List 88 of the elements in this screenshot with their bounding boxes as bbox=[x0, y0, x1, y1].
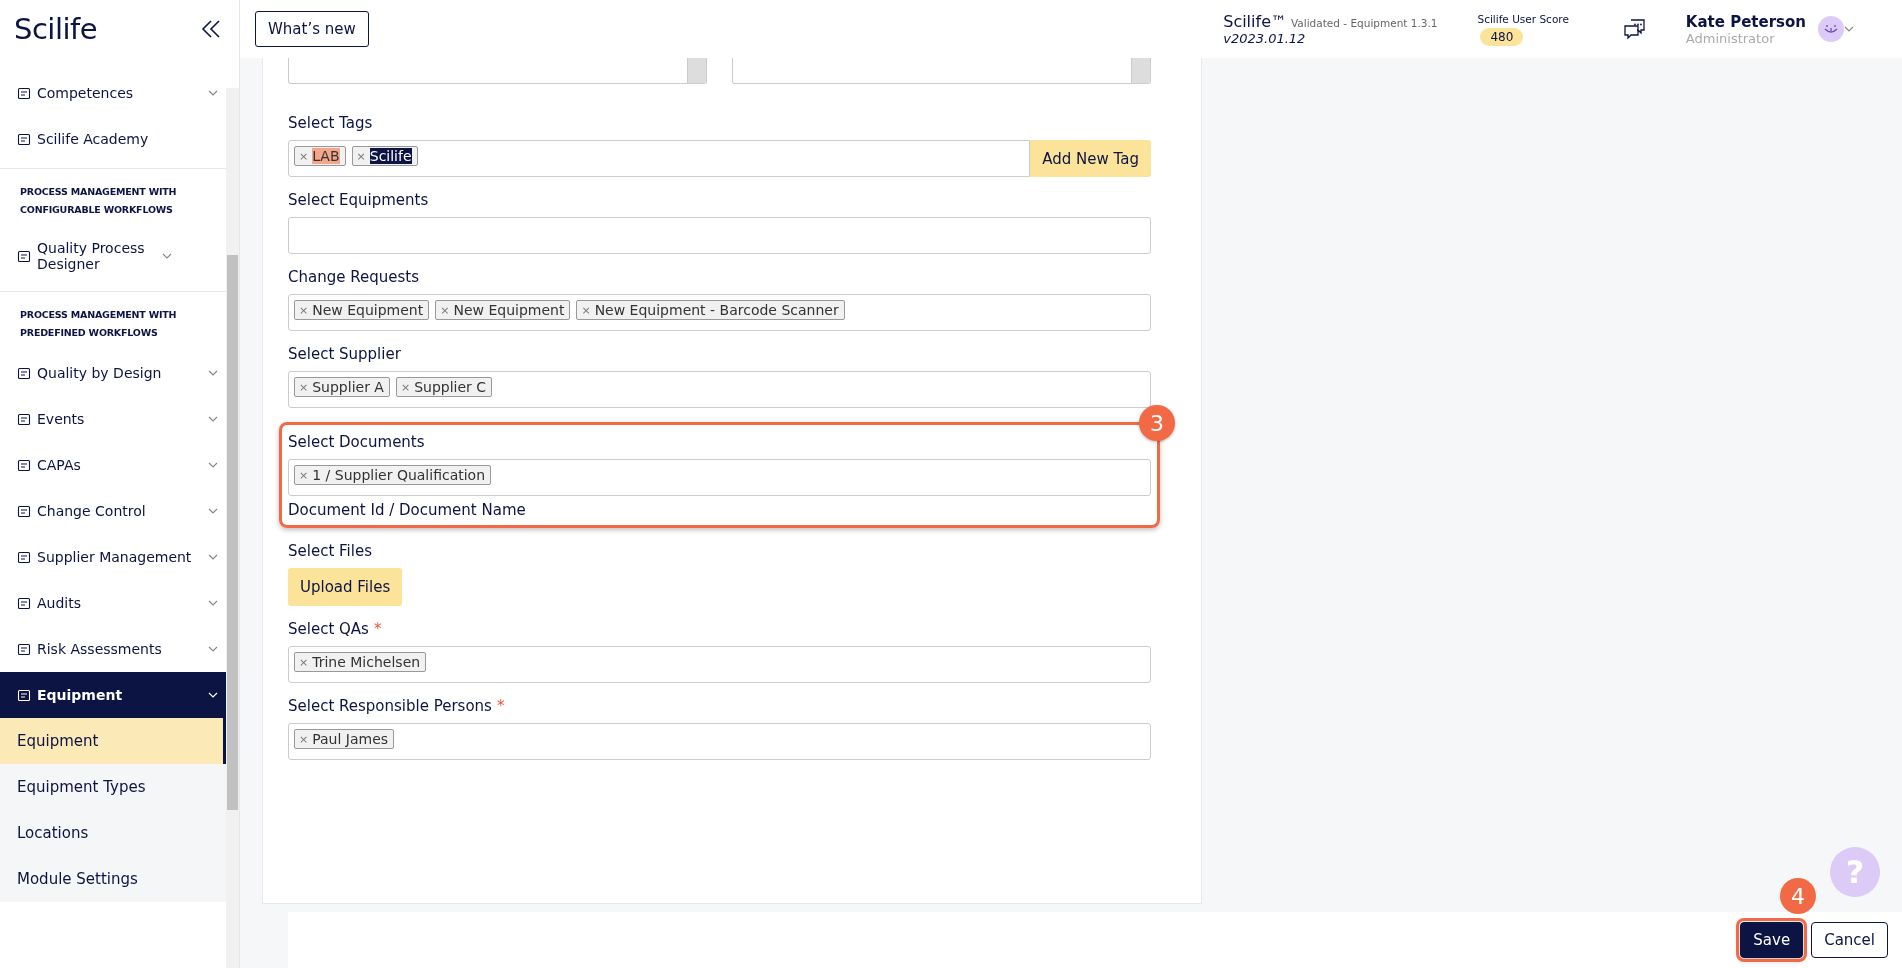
field-label: Select Tags bbox=[288, 114, 373, 132]
field-label: Select Files bbox=[288, 542, 372, 560]
field-label: Select Equipments bbox=[288, 191, 429, 209]
multi-select-field[interactable]: × New Equipment × New Equipment × New Equipment - Barcode Scanner bbox=[288, 294, 1151, 331]
tag-chip[interactable]: × Supplier A bbox=[294, 377, 390, 397]
remove-icon[interactable]: × bbox=[299, 732, 309, 746]
sidebar-item[interactable]: CAPAs bbox=[0, 442, 226, 488]
tag-chip[interactable]: × New Equipment - Barcode Scanner bbox=[576, 300, 845, 320]
multi-select-field[interactable]: × 1 / Supplier Qualification bbox=[288, 459, 1151, 496]
multi-select-field[interactable]: × Trine Michelsen bbox=[288, 646, 1151, 683]
multi-select-field[interactable] bbox=[288, 217, 1151, 254]
sidebar-item[interactable]: Quality Process Designer bbox=[0, 227, 226, 285]
scrollbar-thumb[interactable] bbox=[227, 255, 238, 810]
remove-icon[interactable]: × bbox=[299, 149, 309, 163]
field-label: Select Documents bbox=[288, 433, 425, 451]
module-icon bbox=[17, 641, 32, 657]
sidebar-item[interactable]: Supplier Management bbox=[0, 534, 226, 580]
remove-icon[interactable]: × bbox=[440, 303, 450, 317]
select-field[interactable] bbox=[732, 58, 1151, 84]
score-badge: 480 bbox=[1480, 27, 1524, 46]
user-role: Administrator bbox=[1685, 30, 1776, 46]
version-text: v2023.01.12 bbox=[1223, 31, 1307, 46]
module-icon bbox=[17, 457, 32, 473]
field-label: Change Requests bbox=[288, 268, 419, 286]
tag-chip[interactable]: × 1 / Supplier Qualification bbox=[294, 465, 492, 485]
field-label: Select Responsible Persons bbox=[288, 697, 492, 715]
tag-chip[interactable]: × Paul James bbox=[294, 729, 395, 749]
module-icon bbox=[17, 549, 32, 565]
chevron-icon[interactable] bbox=[1844, 26, 1854, 32]
submenu-item[interactable]: Equipment bbox=[0, 718, 226, 764]
remove-icon[interactable]: × bbox=[299, 380, 309, 394]
add-tag-button[interactable]: Add New Tag bbox=[1030, 140, 1151, 177]
module-icon bbox=[17, 503, 32, 519]
required-mark: * bbox=[373, 620, 382, 638]
tag-chip[interactable]: × Scilife bbox=[351, 146, 418, 166]
avatar-icon[interactable] bbox=[1818, 16, 1844, 42]
step-badge: 3 bbox=[1139, 405, 1175, 441]
select-field[interactable] bbox=[288, 58, 707, 84]
tag-chip[interactable]: × Supplier C bbox=[395, 377, 493, 397]
submenu-item[interactable]: Locations bbox=[0, 810, 226, 856]
chat-icon[interactable] bbox=[1623, 18, 1646, 40]
sidebar-item[interactable]: Competences bbox=[0, 70, 226, 116]
field-hint: Document Id / Document Name bbox=[288, 501, 527, 519]
multi-select-field[interactable]: × Paul James bbox=[288, 723, 1151, 760]
sidebar-item[interactable]: Audits bbox=[0, 580, 226, 626]
sidebar-item[interactable]: Scilife Academy bbox=[0, 116, 226, 162]
sidebar-item[interactable]: Change Control bbox=[0, 488, 226, 534]
multi-select-field[interactable]: × Supplier A × Supplier C bbox=[288, 371, 1151, 408]
field-label: Select Supplier bbox=[288, 345, 401, 363]
module-icon bbox=[17, 131, 32, 147]
score-label: Scilife User Score bbox=[1477, 12, 1569, 25]
scrollbar[interactable] bbox=[226, 88, 239, 968]
sidebar-item[interactable]: Events bbox=[0, 396, 226, 442]
tag-chip[interactable]: × LAB bbox=[294, 146, 346, 166]
module-icon bbox=[17, 365, 32, 381]
sidebar-item[interactable]: Risk Assessments bbox=[0, 626, 226, 672]
remove-icon[interactable]: × bbox=[356, 149, 366, 163]
whats-new-button[interactable]: What’s new bbox=[255, 11, 369, 47]
user-name: Kate Peterson bbox=[1685, 12, 1806, 31]
scroll-handle[interactable] bbox=[687, 58, 706, 83]
module-icon bbox=[17, 248, 32, 264]
submenu-item[interactable]: Equipment Types bbox=[0, 764, 226, 810]
cancel-button[interactable]: Cancel bbox=[1811, 922, 1888, 958]
module-icon bbox=[17, 687, 32, 703]
field-label: Select QAs bbox=[288, 620, 369, 638]
logo: Scilife bbox=[14, 12, 98, 46]
remove-icon[interactable]: × bbox=[299, 655, 309, 669]
product-name: Scilife™ bbox=[1223, 12, 1287, 31]
module-icon bbox=[17, 85, 32, 101]
remove-icon[interactable]: × bbox=[400, 380, 411, 394]
collapse-icon[interactable] bbox=[201, 20, 221, 38]
required-mark: * bbox=[496, 697, 505, 715]
remove-icon[interactable]: × bbox=[299, 468, 309, 482]
multi-select-field[interactable]: × LAB × Scilife bbox=[288, 140, 1031, 177]
sidebar-item[interactable]: Equipment bbox=[0, 672, 226, 718]
module-icon bbox=[17, 411, 32, 427]
product-edition: Validated - Equipment 1.3.1 bbox=[1291, 17, 1438, 29]
module-icon bbox=[17, 595, 32, 611]
upload-button[interactable]: Upload Files bbox=[288, 568, 403, 606]
remove-icon[interactable]: × bbox=[581, 303, 591, 317]
remove-icon[interactable]: × bbox=[299, 303, 309, 317]
submenu-item[interactable]: Module Settings bbox=[0, 856, 226, 902]
tag-chip[interactable]: × New Equipment bbox=[435, 300, 571, 320]
scroll-handle[interactable] bbox=[1131, 58, 1150, 83]
tag-chip[interactable]: × Trine Michelsen bbox=[294, 652, 427, 672]
step-badge: 4 bbox=[1780, 878, 1816, 914]
tag-chip[interactable]: × New Equipment bbox=[294, 300, 430, 320]
sidebar-item[interactable]: Quality by Design bbox=[0, 350, 226, 396]
